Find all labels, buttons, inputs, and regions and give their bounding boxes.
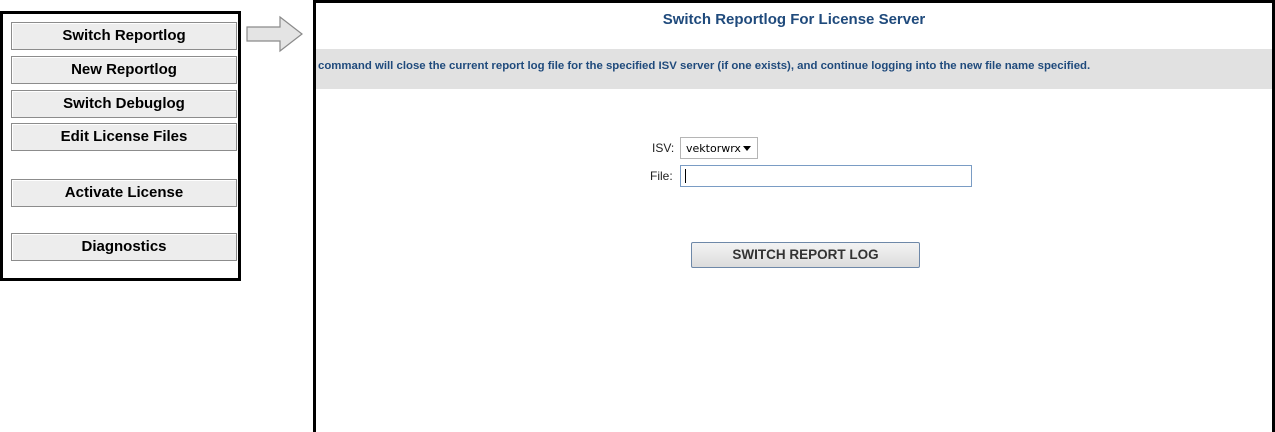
diagnostics-button[interactable]: Diagnostics [11, 233, 237, 261]
edit-license-files-button[interactable]: Edit License Files [11, 123, 237, 151]
chevron-down-icon [743, 146, 751, 151]
switch-reportlog-button[interactable]: Switch Reportlog [11, 22, 237, 50]
isv-select[interactable]: vektorwrx [680, 137, 758, 159]
switch-report-log-button[interactable]: SWITCH REPORT LOG [691, 242, 920, 268]
screenshot-stage: Switch Reportlog New Reportlog Switch De… [0, 0, 1275, 432]
switch-debuglog-button[interactable]: Switch Debuglog [11, 90, 237, 118]
new-reportlog-button[interactable]: New Reportlog [11, 56, 237, 84]
description-text: command will close the current report lo… [318, 60, 1091, 72]
license-admin-menu: Switch Reportlog New Reportlog Switch De… [0, 11, 241, 281]
text-cursor [685, 169, 686, 183]
isv-selected-value: vektorwrx [686, 142, 741, 155]
page-title: Switch Reportlog For License Server [662, 11, 926, 28]
file-label: File: [650, 169, 673, 183]
file-name-input[interactable] [680, 165, 972, 187]
description-bar: command will close the current report lo… [316, 49, 1272, 89]
isv-label: ISV: [652, 141, 675, 155]
right-arrow-icon [246, 15, 303, 53]
switch-reportlog-panel: Switch Reportlog For License Server comm… [313, 0, 1275, 432]
activate-license-button[interactable]: Activate License [11, 179, 237, 207]
